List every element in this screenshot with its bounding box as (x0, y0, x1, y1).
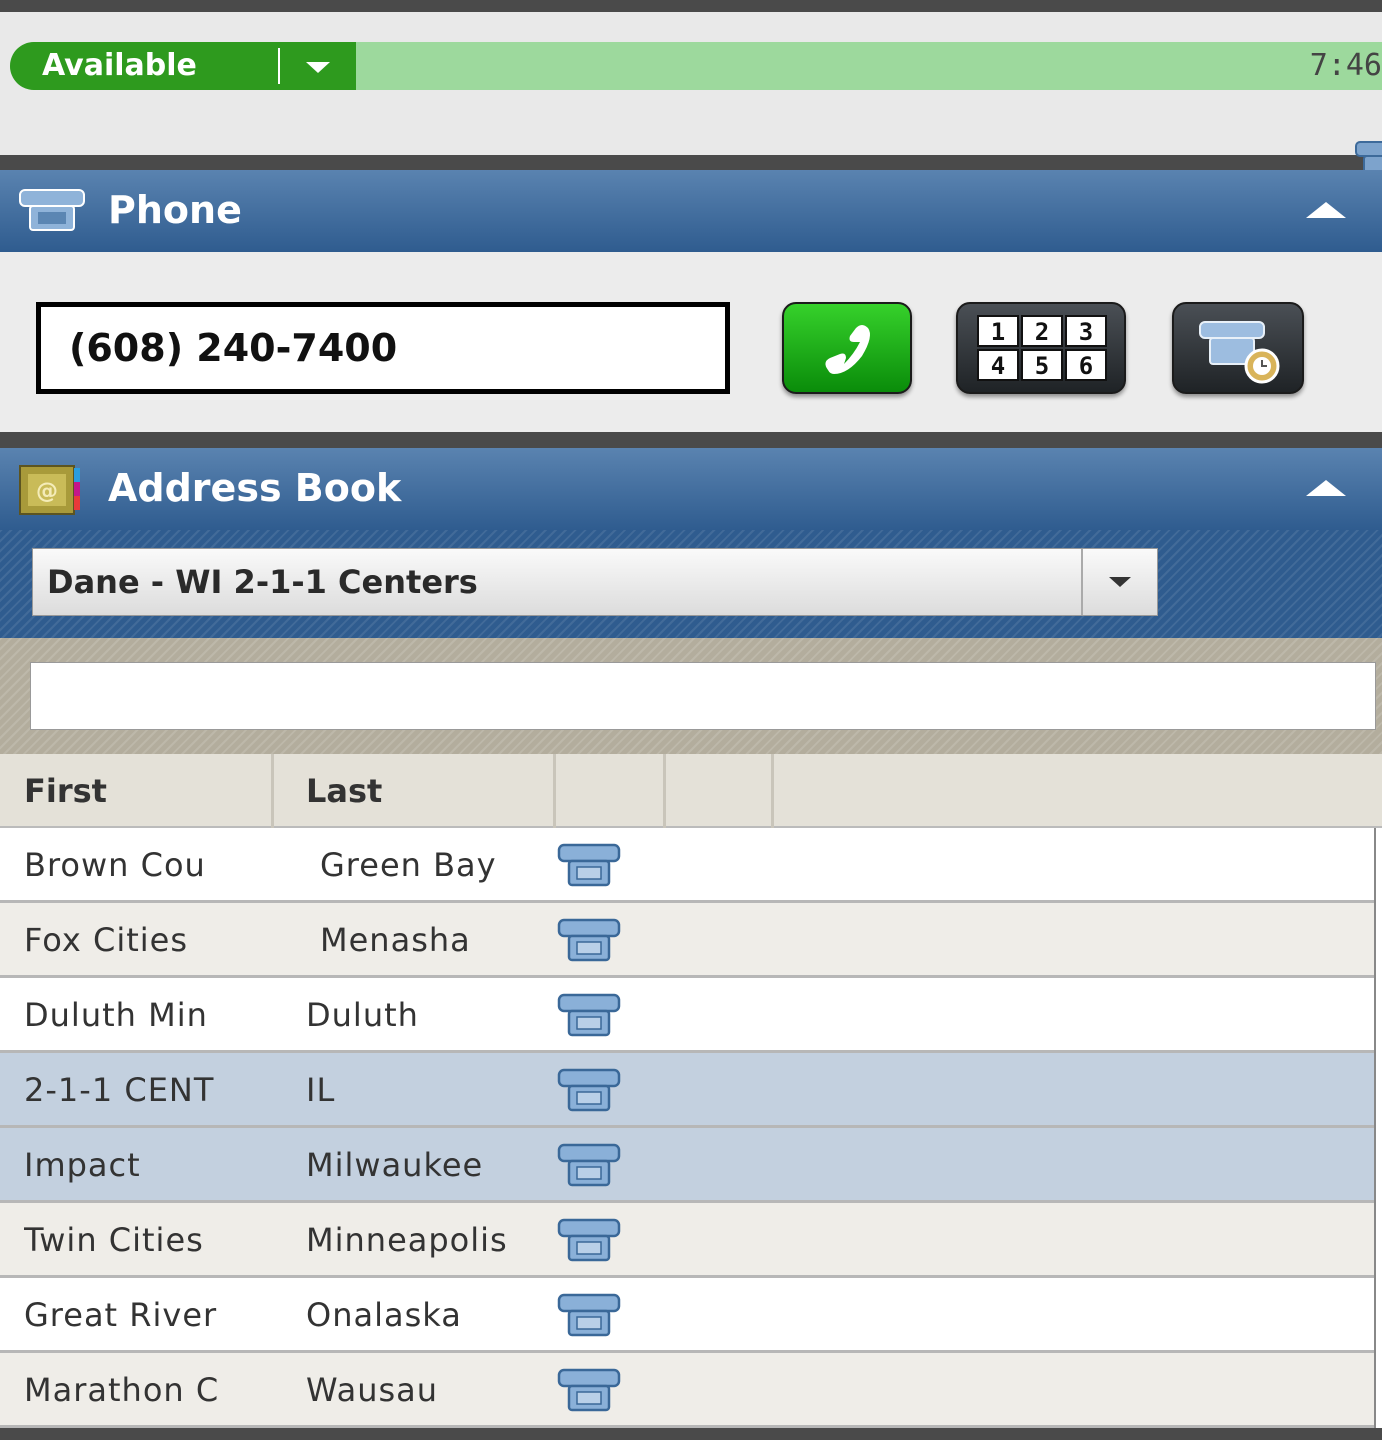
table-row[interactable]: 2-1-1 CENT IL (0, 1053, 1374, 1128)
phone-panel-title: Phone (108, 188, 242, 232)
phone-icon (18, 186, 86, 243)
cell-first-name: Brown Cou (24, 846, 206, 884)
collapse-icon[interactable] (1306, 480, 1346, 496)
cell-first-name: Fox Cities (24, 921, 188, 959)
cell-last-name: Duluth (306, 996, 419, 1034)
chevron-down-icon[interactable] (306, 62, 330, 73)
chevron-down-icon[interactable] (1109, 577, 1131, 587)
table-row[interactable]: Marathon C Wausau (0, 1353, 1374, 1428)
table-row[interactable]: Great River Onalaska (0, 1278, 1374, 1353)
scrollbar[interactable] (1374, 828, 1382, 1428)
keypad-icon: 1 2 3 4 5 6 (977, 315, 1107, 381)
call-history-button[interactable] (1172, 302, 1304, 394)
cell-last-name: Wausau (306, 1371, 439, 1409)
table-row[interactable]: Twin Cities Minneapolis (0, 1203, 1374, 1278)
dial-contact-phone-icon[interactable] (556, 1217, 622, 1271)
column-header-3[interactable] (556, 754, 666, 828)
cell-last-name: Milwaukee (306, 1146, 484, 1184)
cell-first-name: Duluth Min (24, 996, 208, 1034)
call-button[interactable] (782, 302, 912, 394)
phone-clock-icon (1199, 321, 1280, 384)
column-header-5[interactable] (774, 754, 1372, 828)
presence-dropdown[interactable]: Available (10, 42, 356, 90)
presence-status-bar: Available 7:46 (10, 42, 1382, 181)
column-header-first[interactable]: First (0, 754, 274, 828)
cell-last-name: Menasha (320, 921, 471, 959)
cell-first-name: 2-1-1 CENT (24, 1071, 215, 1109)
handset-icon (825, 325, 870, 374)
column-header-last[interactable]: Last (274, 754, 556, 828)
address-book-panel-title: Address Book (108, 466, 402, 510)
search-input[interactable] (30, 662, 1376, 730)
svg-text:@: @ (36, 479, 58, 504)
contacts-list: Brown Cou Green Bay Fox Cities Menasha Dulut… (0, 828, 1374, 1428)
dial-contact-phone-icon[interactable] (556, 1292, 622, 1346)
dial-number-input[interactable]: (608) 240-7400 (36, 302, 730, 394)
cell-first-name: Twin Cities (24, 1221, 204, 1259)
status-strip: Available 7:46 (0, 0, 1382, 181)
table-row[interactable]: Impact Milwaukee (0, 1128, 1374, 1203)
dial-contact-phone-icon[interactable] (556, 917, 622, 971)
dial-contact-phone-icon[interactable] (556, 1067, 622, 1121)
presence-divider (278, 48, 280, 84)
keypad-button[interactable]: 1 2 3 4 5 6 (956, 302, 1126, 394)
keypad-digit: 3 (1079, 318, 1093, 346)
address-book-panel-header[interactable]: @ Address Book (0, 448, 1382, 530)
presence-status-label: Available (42, 48, 197, 83)
cell-first-name: Great River (24, 1296, 218, 1334)
cell-last-name: Minneapolis (306, 1221, 508, 1259)
dial-contact-phone-icon[interactable] (556, 1367, 622, 1421)
dial-contact-phone-icon[interactable] (556, 1142, 622, 1196)
address-book-select-value: Dane - WI 2-1-1 Centers (47, 563, 478, 601)
collapse-icon[interactable] (1306, 202, 1346, 218)
table-row[interactable]: Duluth Min Duluth (0, 978, 1374, 1053)
cell-last-name: IL (306, 1071, 336, 1109)
cell-last-name: Onalaska (306, 1296, 462, 1334)
phone-panel-header[interactable]: Phone (0, 170, 1382, 252)
status-timer: 7:46 (1309, 48, 1382, 83)
keypad-digit: 6 (1079, 352, 1093, 380)
keypad-digit: 1 (991, 318, 1005, 346)
table-row[interactable]: Fox Cities Menasha (0, 903, 1374, 978)
column-header-4[interactable] (666, 754, 774, 828)
address-book-icon: @ (18, 464, 86, 525)
address-book-select[interactable]: Dane - WI 2-1-1 Centers (32, 548, 1158, 616)
cell-first-name: Impact (24, 1146, 141, 1184)
select-divider (1081, 549, 1083, 615)
contacts-grid-header: First Last (0, 754, 1382, 828)
keypad-digit: 5 (1035, 352, 1049, 380)
bottom-border (0, 1428, 1382, 1440)
table-row[interactable]: Brown Cou Green Bay (0, 828, 1374, 903)
keypad-digit: 2 (1035, 318, 1049, 346)
cell-first-name: Marathon C (24, 1371, 220, 1409)
dial-contact-phone-icon[interactable] (556, 992, 622, 1046)
dial-contact-phone-icon[interactable] (556, 842, 622, 896)
keypad-digit: 4 (991, 352, 1005, 380)
cell-last-name: Green Bay (320, 846, 497, 884)
